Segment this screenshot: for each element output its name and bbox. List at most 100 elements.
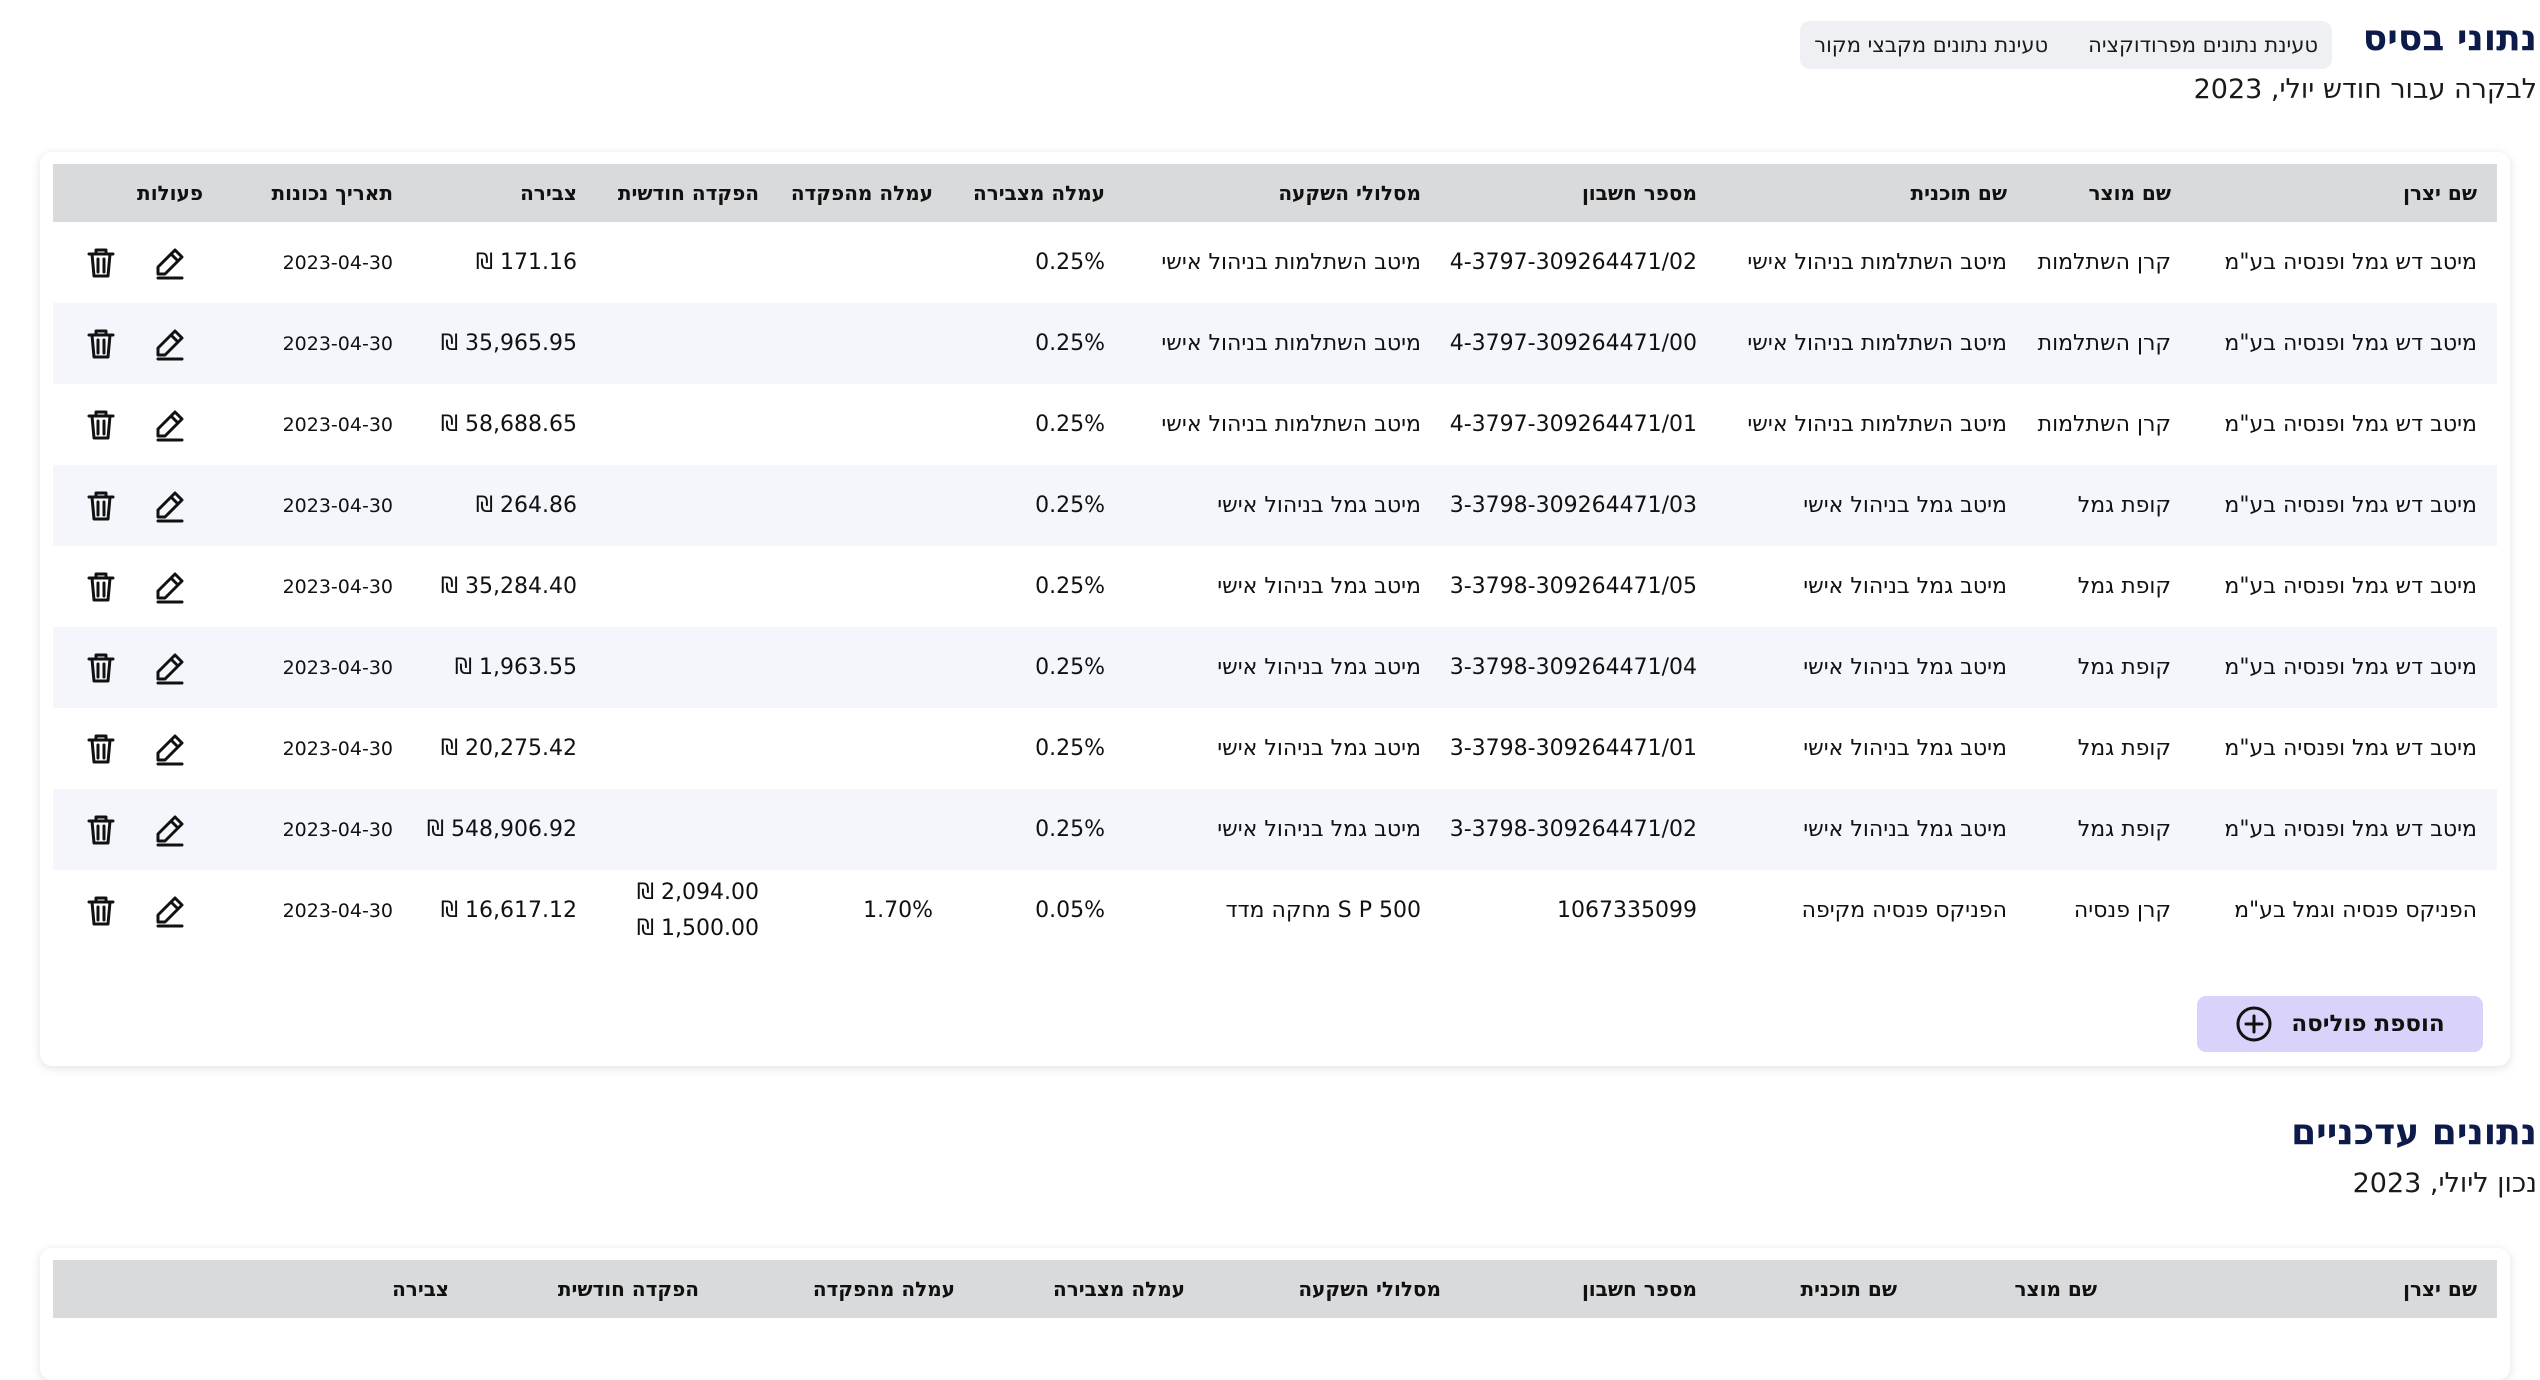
row-actions — [63, 810, 213, 850]
accumulation-fee-cell: 0.05% — [1035, 898, 1105, 923]
table-row: מיטב דש גמל ופנסיה בע"מ קופת גמל מיטב גמל … — [53, 465, 2497, 546]
investment-track-cell: מיטב גמל בניהול אישי — [1217, 574, 1421, 599]
trash-icon[interactable] — [81, 567, 121, 607]
table-row: מיטב דש גמל ופנסיה בע"מ קופת גמל מיטב גמל … — [53, 789, 2497, 870]
trash-icon[interactable] — [81, 891, 121, 931]
add-policy-button[interactable]: הוספת פוליסה — [2197, 996, 2483, 1052]
pencil-edit-icon[interactable] — [149, 243, 189, 283]
producer-name-cell: מיטב דש גמל ופנסיה בע"מ — [2224, 655, 2477, 680]
product-name-cell: קרן השתלמות — [2037, 412, 2171, 437]
plan-name-cell: מיטב גמל בניהול אישי — [1803, 655, 2007, 680]
valid-date-cell: 2023-04-30 — [282, 575, 393, 598]
table-row: הפניקס פנסיה וגמל בע"מ קרן פנסיה הפניקס פנ… — [53, 870, 2497, 951]
product-name-cell: קופת גמל — [2077, 736, 2171, 761]
investment-track-cell: S P 500 מחקה מדד — [1225, 898, 1421, 923]
monthly-deposit-cell — [597, 789, 779, 870]
pencil-edit-icon[interactable] — [149, 405, 189, 445]
producer-name-cell: מיטב דש גמל ופנסיה בע"מ — [2224, 493, 2477, 518]
trash-icon[interactable] — [81, 486, 121, 526]
load-from-source-files-tab[interactable]: טעינת נתונים מקבצי מקור — [1814, 33, 2048, 57]
valid-date-cell: 2023-04-30 — [282, 251, 393, 274]
account-number-cell: 3-3798-309264471/01 — [1449, 736, 1697, 761]
row-actions — [63, 243, 213, 283]
monthly-deposit-cell — [597, 465, 779, 546]
valid-date-cell: 2023-04-30 — [282, 737, 393, 760]
load-from-production-tab[interactable]: טעינת נתונים מפרודוקציה — [2088, 33, 2318, 57]
investment-track-cell: מיטב גמל בניהול אישי — [1217, 736, 1421, 761]
actions-cell — [53, 789, 223, 870]
trash-icon[interactable] — [81, 243, 121, 283]
row-actions — [63, 567, 213, 607]
plan-name-cell: מיטב גמל בניהול אישי — [1803, 817, 2007, 842]
pencil-edit-icon[interactable] — [149, 567, 189, 607]
trash-icon[interactable] — [81, 648, 121, 688]
plan-name-cell: מיטב גמל בניהול אישי — [1803, 736, 2007, 761]
trash-icon[interactable] — [81, 729, 121, 769]
current-data-table: שם יצרן שם מוצר שם תוכנית מספר חשבון מסלולי … — [53, 1260, 2497, 1318]
investment-track-cell: מיטב השתלמות בניהול אישי — [1161, 250, 1421, 275]
base-data-card: שם יצרן שם מוצר שם תוכנית מספר חשבון מסלולי … — [40, 152, 2510, 1066]
row-actions — [63, 405, 213, 445]
balance-cell: 548,906.92 ₪ — [426, 817, 577, 842]
column-header: שם מוצר — [2088, 181, 2172, 205]
pencil-edit-icon[interactable] — [149, 810, 189, 850]
product-name-cell: קרן השתלמות — [2037, 250, 2171, 275]
account-number-cell: 3-3798-309264471/02 — [1449, 817, 1697, 842]
deposit-fee-cell — [779, 789, 953, 870]
pencil-edit-icon[interactable] — [149, 648, 189, 688]
valid-date-cell: 2023-04-30 — [282, 818, 393, 841]
investment-track-cell: מיטב גמל בניהול אישי — [1217, 817, 1421, 842]
table-row: מיטב דש גמל ופנסיה בע"מ קרן השתלמות מיטב ה… — [53, 303, 2497, 384]
monthly-deposit-cell — [597, 627, 779, 708]
pencil-edit-icon[interactable] — [149, 486, 189, 526]
deposit-fee-cell — [779, 546, 953, 627]
column-header: מסלולי השקעה — [1278, 181, 1421, 205]
column-header: שם תוכנית — [1800, 1277, 1897, 1301]
product-name-cell: קופת גמל — [2077, 817, 2171, 842]
product-name-cell: קופת גמל — [2077, 574, 2171, 599]
account-number-cell: 1067335099 — [1557, 898, 1697, 923]
producer-name-cell: מיטב דש גמל ופנסיה בע"מ — [2224, 250, 2477, 275]
table-header-row: שם יצרן שם מוצר שם תוכנית מספר חשבון מסלולי … — [53, 164, 2497, 222]
column-header: שם תוכנית — [1910, 181, 2007, 205]
column-header: צבירה — [520, 181, 577, 205]
investment-track-cell: מיטב גמל בניהול אישי — [1217, 655, 1421, 680]
account-number-cell: 3-3798-309264471/03 — [1449, 493, 1697, 518]
pencil-edit-icon[interactable] — [149, 324, 189, 364]
trash-icon[interactable] — [81, 405, 121, 445]
base-data-table: שם יצרן שם מוצר שם תוכנית מספר חשבון מסלולי … — [53, 164, 2497, 951]
monthly-deposit-line: 1,500.00 ₪ — [636, 915, 759, 941]
trash-icon[interactable] — [81, 810, 121, 850]
investment-track-cell: מיטב גמל בניהול אישי — [1217, 493, 1421, 518]
balance-cell: 16,617.12 ₪ — [440, 898, 577, 923]
row-actions — [63, 891, 213, 931]
monthly-deposit-cell — [597, 708, 779, 789]
deposit-fee-cell — [779, 708, 953, 789]
pencil-edit-icon[interactable] — [149, 891, 189, 931]
monthly-deposit-cell — [597, 384, 779, 465]
row-actions — [63, 729, 213, 769]
producer-name-cell: מיטב דש גמל ופנסיה בע"מ — [2224, 574, 2477, 599]
column-header: עמלה מצבירה — [1053, 1277, 1185, 1301]
balance-cell: 35,965.95 ₪ — [440, 331, 577, 356]
add-policy-label: הוספת פוליסה — [2291, 1011, 2445, 1037]
current-data-title: נתונים עדכניים — [2291, 1112, 2537, 1153]
column-header: עמלה מהפקדה — [790, 181, 933, 205]
producer-name-cell: מיטב דש גמל ופנסיה בע"מ — [2224, 331, 2477, 356]
pencil-edit-icon[interactable] — [149, 729, 189, 769]
valid-date-cell: 2023-04-30 — [282, 899, 393, 922]
trash-icon[interactable] — [81, 324, 121, 364]
current-data-subtitle: נכון ליולי, 2023 — [2352, 1168, 2537, 1199]
column-header: פעולות — [137, 181, 203, 205]
column-header: שם יצרן — [2403, 1277, 2477, 1301]
balance-cell: 20,275.42 ₪ — [440, 736, 577, 761]
actions-cell — [53, 222, 223, 303]
product-name-cell: קרן פנסיה — [2073, 898, 2171, 923]
valid-date-cell: 2023-04-30 — [282, 332, 393, 355]
monthly-deposit-line: 2,094.00 ₪ — [636, 879, 759, 905]
base-data-title: נתוני בסיס — [2362, 18, 2537, 59]
actions-cell — [53, 465, 223, 546]
accumulation-fee-cell: 0.25% — [1035, 817, 1105, 842]
account-number-cell: 3-3798-309264471/04 — [1449, 655, 1697, 680]
actions-cell — [53, 627, 223, 708]
